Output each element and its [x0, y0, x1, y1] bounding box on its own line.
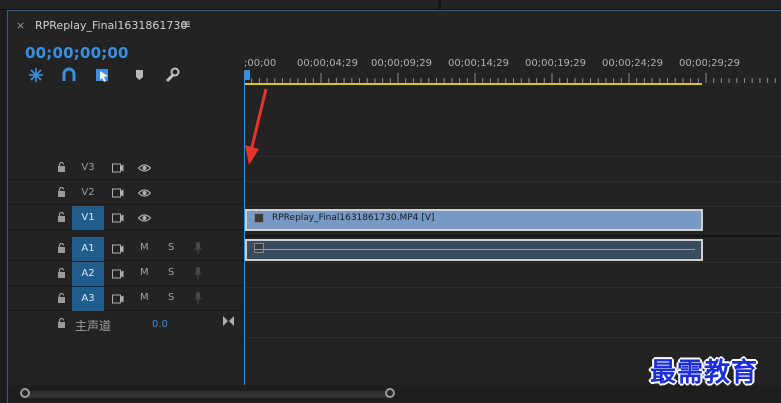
- track-target-v3[interactable]: V3: [72, 156, 104, 180]
- track-row-divider: [244, 206, 781, 207]
- microphone-icon[interactable]: [194, 241, 202, 255]
- timeline-panel: × RPReplay_Final1631861730 ≡ 00;00;00;00…: [7, 10, 781, 403]
- sync-lock-icon[interactable]: [112, 244, 124, 254]
- panel-divider[interactable]: [438, 0, 441, 9]
- time-ruler[interactable]: ;00;00 00;00;04;29 00;00;09;29 00;00;14;…: [244, 51, 781, 101]
- tab-bar: × RPReplay_Final1631861730 ≡: [8, 11, 781, 41]
- ruler-label: 00;00;04;29: [297, 58, 359, 69]
- mute-button[interactable]: M: [140, 242, 149, 253]
- master-volume-value[interactable]: 0.0: [152, 319, 168, 330]
- scroll-zoom-handle-right[interactable]: [385, 388, 395, 398]
- link-icon[interactable]: [60, 67, 78, 83]
- panel-menu-icon[interactable]: ≡: [181, 17, 191, 31]
- lock-icon[interactable]: [57, 243, 66, 253]
- track-target-v1[interactable]: V1: [72, 206, 104, 230]
- eye-icon[interactable]: [138, 213, 151, 223]
- track-header-a3: A3 M S: [8, 287, 244, 311]
- master-track-label: 主声道: [75, 319, 112, 333]
- fx-badge-icon: [254, 213, 264, 223]
- ruler-label: 00;00;29;29: [679, 58, 741, 69]
- sync-lock-icon[interactable]: [112, 213, 124, 223]
- ruler-ticks: [244, 73, 776, 83]
- track-row-divider: [244, 312, 781, 313]
- fx-badge-icon: [254, 243, 264, 253]
- track-header-a1: A1 M S: [8, 237, 244, 261]
- mute-button[interactable]: M: [140, 292, 149, 303]
- video-clip-label: RPReplay_Final1631861730.MP4 [V]: [272, 213, 435, 223]
- track-target-a3[interactable]: A3: [72, 287, 104, 311]
- track-row-divider: [244, 287, 781, 288]
- lock-icon[interactable]: [57, 268, 66, 278]
- sync-lock-icon[interactable]: [112, 188, 124, 198]
- work-area-bar[interactable]: [244, 83, 702, 85]
- add-marker-icon[interactable]: [130, 67, 148, 83]
- sync-lock-icon[interactable]: [112, 269, 124, 279]
- lock-icon[interactable]: [57, 162, 66, 172]
- track-row-divider: [244, 181, 781, 182]
- eye-icon[interactable]: [138, 188, 151, 198]
- solo-button[interactable]: S: [168, 292, 174, 303]
- ruler-label: ;00;00: [244, 58, 277, 69]
- watermark-logo: 最需教育: [650, 358, 759, 388]
- sequence-tab-title[interactable]: RPReplay_Final1631861730: [35, 19, 187, 32]
- track-header-v3: V3: [8, 156, 244, 180]
- wrench-icon[interactable]: [163, 67, 181, 83]
- tab-close-icon[interactable]: ×: [16, 19, 25, 32]
- audio-waveform: [255, 249, 695, 250]
- track-target-a1[interactable]: A1: [72, 237, 104, 261]
- sync-lock-icon[interactable]: [112, 294, 124, 304]
- microphone-icon[interactable]: [194, 266, 202, 280]
- scroll-zoom-handle-left[interactable]: [20, 388, 30, 398]
- track-row-divider: [244, 262, 781, 263]
- lock-icon[interactable]: [57, 187, 66, 197]
- mute-button[interactable]: M: [140, 267, 149, 278]
- track-header-v2: V2: [8, 181, 244, 205]
- playhead-timecode[interactable]: 00;00;00;00: [25, 44, 129, 62]
- track-row-divider: [244, 156, 781, 157]
- track-target-a2[interactable]: A2: [72, 262, 104, 286]
- video-clip[interactable]: RPReplay_Final1631861730.MP4 [V]: [245, 209, 703, 231]
- linked-selection-icon[interactable]: [94, 67, 112, 83]
- ruler-label: 00;00;09;29: [371, 58, 433, 69]
- lock-icon[interactable]: [57, 318, 66, 328]
- solo-button[interactable]: S: [168, 242, 174, 253]
- go-to-end-icon[interactable]: [223, 316, 234, 326]
- lock-icon[interactable]: [57, 212, 66, 222]
- lock-icon[interactable]: [57, 293, 66, 303]
- scroll-thumb[interactable]: [24, 391, 392, 398]
- track-target-v2[interactable]: V2: [72, 181, 104, 205]
- ruler-label: 00;00;14;29: [448, 58, 510, 69]
- solo-button[interactable]: S: [168, 267, 174, 278]
- sync-lock-icon[interactable]: [112, 163, 124, 173]
- audio-clip[interactable]: [245, 239, 703, 261]
- eye-icon[interactable]: [138, 163, 151, 173]
- top-panel-strip: [0, 0, 781, 10]
- ruler-label: 00;00;19;29: [525, 58, 587, 69]
- track-header-a2: A2 M S: [8, 262, 244, 286]
- snap-icon[interactable]: [27, 67, 45, 83]
- microphone-icon[interactable]: [194, 291, 202, 305]
- track-headers: V3 V2 V1 A1 M S A2 M S A3 M S: [8, 156, 244, 396]
- red-annotation-arrow: [245, 88, 268, 165]
- track-row-divider: [244, 337, 781, 338]
- ruler-label: 00;00;24;29: [602, 58, 664, 69]
- track-header-v1: V1: [8, 206, 244, 230]
